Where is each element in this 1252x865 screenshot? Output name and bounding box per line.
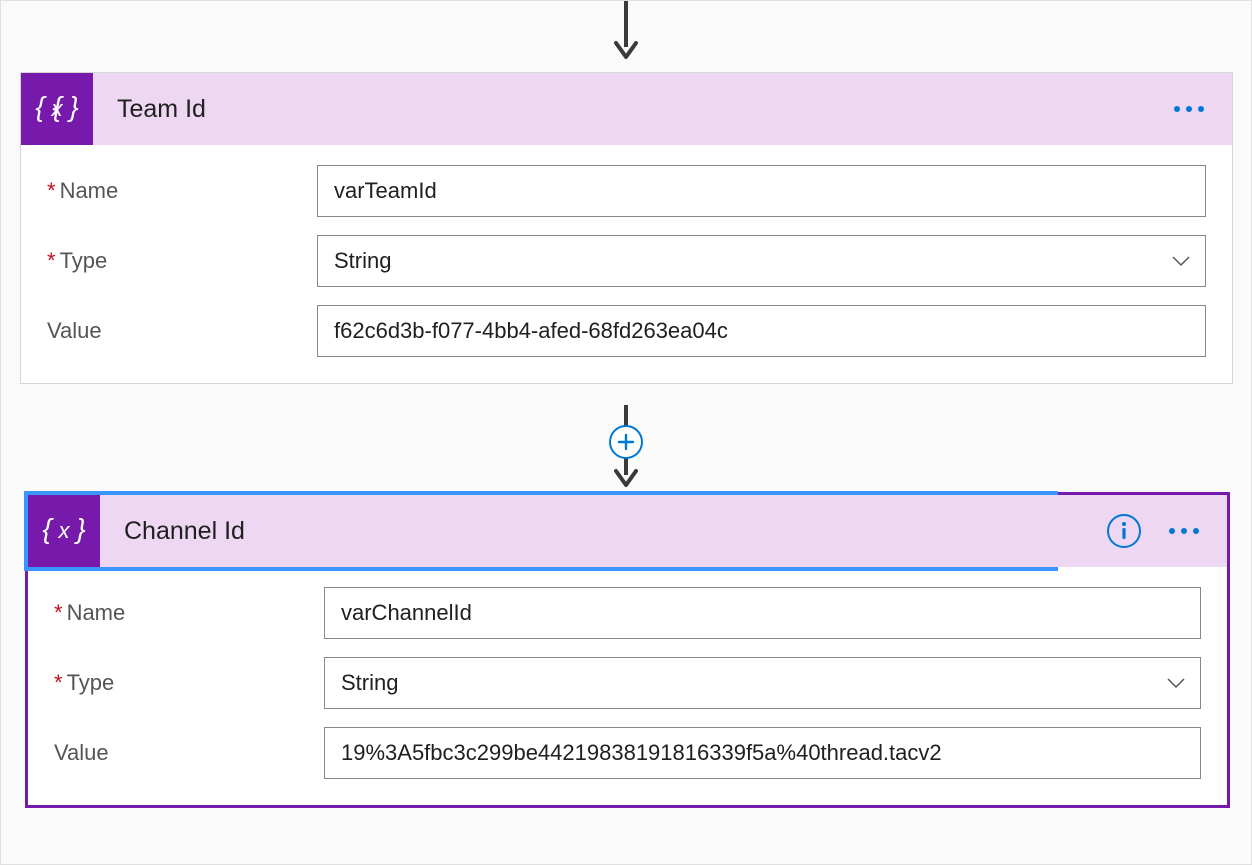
label-text: Type — [60, 248, 108, 274]
field-label-type: * Type — [54, 670, 324, 696]
required-marker: * — [54, 600, 63, 626]
svg-text:x: x — [58, 518, 71, 543]
type-select[interactable] — [317, 235, 1206, 287]
label-text: Value — [54, 740, 109, 766]
field-label-type: * Type — [47, 248, 317, 274]
variable-icon: { x } { — [21, 73, 93, 145]
card-header[interactable]: { x } { Team Id — [21, 73, 1232, 145]
field-label-name: * Name — [54, 600, 324, 626]
name-input[interactable] — [317, 165, 1206, 217]
label-text: Type — [67, 670, 115, 696]
variable-icon: { x } — [28, 495, 100, 567]
value-input[interactable] — [324, 727, 1201, 779]
label-text: Value — [47, 318, 102, 344]
type-select-display[interactable] — [317, 235, 1206, 287]
card-title: Team Id — [117, 95, 1174, 124]
header-actions — [1174, 100, 1232, 118]
label-text: Name — [60, 178, 119, 204]
field-label-name: * Name — [47, 178, 317, 204]
svg-text:{: { — [42, 513, 54, 544]
field-row-type: * Type — [47, 235, 1206, 287]
name-input[interactable] — [324, 587, 1201, 639]
field-row-name: * Name — [54, 587, 1201, 639]
field-label-value: Value — [47, 318, 317, 344]
type-select[interactable] — [324, 657, 1201, 709]
header-actions — [1054, 495, 1227, 567]
field-row-name: * Name — [47, 165, 1206, 217]
field-row-value: Value — [47, 305, 1206, 357]
required-marker: * — [47, 248, 56, 274]
more-menu-button[interactable] — [1169, 522, 1199, 540]
card-title: Channel Id — [124, 517, 1054, 546]
add-step-button[interactable] — [609, 425, 643, 459]
card-body: * Name * Type Value — [21, 145, 1232, 383]
card-header[interactable]: { x } Channel Id — [28, 495, 1054, 567]
type-select-display[interactable] — [324, 657, 1201, 709]
value-input[interactable] — [317, 305, 1206, 357]
action-card-team-id[interactable]: { x } { Team Id * Name — [20, 72, 1233, 384]
svg-text:}: } — [66, 91, 78, 122]
more-menu-button[interactable] — [1174, 100, 1204, 118]
label-text: Name — [67, 600, 126, 626]
flow-canvas: { x } { Team Id * Name — [0, 0, 1252, 865]
required-marker: * — [54, 670, 63, 696]
field-row-type: * Type — [54, 657, 1201, 709]
field-row-value: Value — [54, 727, 1201, 779]
svg-text:{: { — [35, 91, 47, 122]
connector-arrow-in — [614, 1, 638, 61]
card-body: * Name * Type Value — [28, 567, 1227, 805]
svg-text:x: x — [51, 96, 64, 121]
action-card-channel-id[interactable]: { x } Channel Id * N — [25, 492, 1230, 808]
required-marker: * — [47, 178, 56, 204]
info-button[interactable] — [1107, 514, 1141, 548]
field-label-value: Value — [54, 740, 324, 766]
svg-text:}: } — [73, 513, 85, 544]
